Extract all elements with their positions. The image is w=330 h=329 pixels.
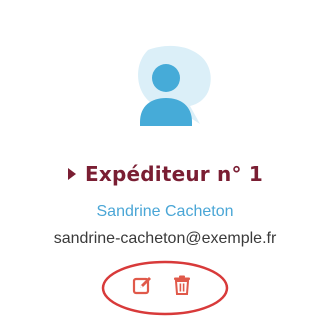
sender-actions: [132, 273, 193, 297]
sender-title: Expéditeur n° 1: [85, 162, 263, 186]
sender-heading[interactable]: Expéditeur n° 1: [0, 160, 330, 188]
sender-email: sandrine-cacheton@exemple.fr: [53, 230, 277, 247]
user-avatar-icon: [118, 40, 218, 132]
sender-name: Sandrine Cacheton: [96, 203, 234, 220]
trash-icon[interactable]: [171, 274, 193, 296]
caret-right-icon: [68, 168, 77, 180]
edit-icon[interactable]: [132, 274, 154, 296]
sender-card: Expéditeur n° 1 Sandrine Cacheton sandri…: [0, 0, 330, 329]
